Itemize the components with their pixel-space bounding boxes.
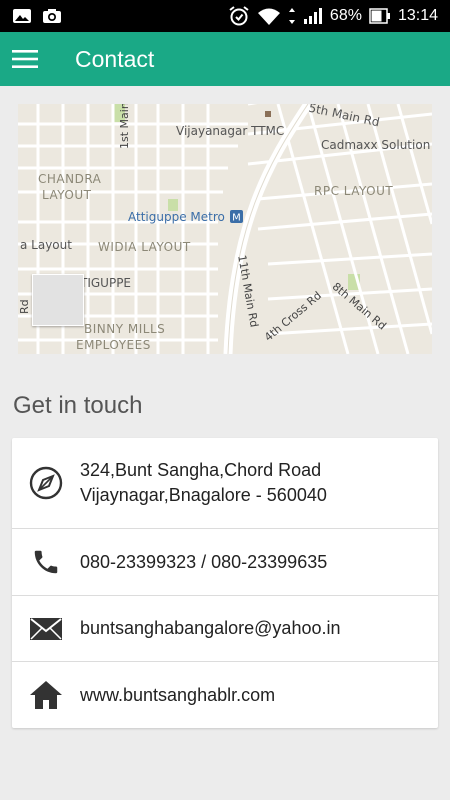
gallery-icon (12, 8, 32, 24)
wifi-icon (257, 6, 281, 26)
phone-icon (12, 547, 80, 577)
map-label: RPC LAYOUT (314, 184, 394, 198)
battery-icon (369, 8, 391, 24)
hamburger-menu-icon[interactable] (0, 32, 50, 86)
svg-text:M: M (232, 213, 241, 224)
section-heading: Get in touch (13, 392, 143, 419)
phone-text: 080-23399323 / 080-23399635 (80, 551, 328, 572)
home-icon (12, 679, 80, 711)
map-label: Cadmaxx Solution (321, 138, 431, 152)
map-label: LAYOUT (42, 188, 92, 202)
data-arrows-icon (288, 7, 296, 25)
camera-icon (42, 8, 62, 24)
map-overlay-thumbnail[interactable] (32, 274, 84, 326)
status-bar: 68% 13:14 (0, 0, 450, 32)
email-text: buntsanghabangalore@yahoo.in (80, 618, 341, 638)
location-map[interactable]: M Vijayanagar TTMC 5th Main Rd Cadmaxx S… (18, 104, 432, 354)
address-line-2: Vijaynagar,Bnagalore - 560040 (80, 485, 327, 505)
map-label: Vijayanagar TTMC (176, 124, 285, 138)
app-bar: Contact (0, 32, 450, 86)
map-label: a Layout (20, 238, 72, 252)
mail-icon (12, 617, 80, 641)
email-row[interactable]: buntsanghabangalore@yahoo.in (12, 596, 438, 662)
address-row[interactable]: 324,Bunt Sangha,Chord Road Vijaynagar,Bn… (12, 438, 438, 529)
map-label: 1st Main Rd (118, 104, 131, 149)
website-text: www.buntsanghablr.com (80, 684, 276, 705)
compass-icon (12, 466, 80, 500)
address-text: 324,Bunt Sangha,Chord Road Vijaynagar,Bn… (80, 458, 327, 508)
map-label: CHANDRA (38, 172, 102, 186)
page-title: Contact (75, 45, 155, 72)
website-row[interactable]: www.buntsanghablr.com (12, 662, 438, 728)
map-label: BINNY MILLS (84, 322, 166, 336)
alarm-icon (228, 5, 250, 27)
contact-card: 324,Bunt Sangha,Chord Road Vijaynagar,Bn… (12, 438, 438, 728)
map-label: EMPLOYEES (76, 338, 151, 352)
map-label: Rd (18, 299, 31, 314)
clock: 13:14 (397, 7, 438, 24)
map-label: TIGUPPE (80, 276, 132, 290)
signal-icon (303, 7, 323, 25)
address-line-1: 324,Bunt Sangha,Chord Road (80, 460, 322, 480)
phone-row[interactable]: 080-23399323 / 080-23399635 (12, 529, 438, 596)
map-label: Attiguppe Metro (128, 210, 225, 224)
battery-percent: 68% (329, 7, 362, 24)
map-label: WIDIA LAYOUT (98, 240, 191, 254)
